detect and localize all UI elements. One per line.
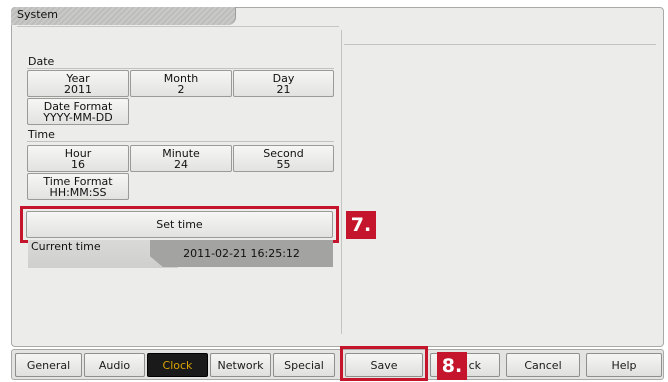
date-format-value: YYYY-MM-DD bbox=[43, 110, 113, 124]
minute-value: 24 bbox=[174, 157, 188, 171]
hour-value: 16 bbox=[71, 157, 85, 171]
step8-callout-badge: 8. bbox=[437, 352, 467, 380]
second-label: Second bbox=[263, 146, 304, 160]
step8-highlight-frame bbox=[340, 346, 428, 381]
tab-special[interactable]: Special bbox=[273, 353, 335, 377]
month-button[interactable]: Month 2 bbox=[130, 70, 232, 97]
tab-audio[interactable]: Audio bbox=[84, 353, 145, 377]
day-button[interactable]: Day 21 bbox=[233, 70, 334, 97]
day-label: Day bbox=[272, 71, 295, 85]
hour-label: Hour bbox=[64, 146, 92, 160]
hour-button[interactable]: Hour 16 bbox=[27, 145, 129, 172]
minute-button[interactable]: Minute 24 bbox=[130, 145, 232, 172]
right-pane-rule bbox=[344, 44, 656, 45]
date-section-rule bbox=[27, 68, 334, 69]
date-format-button[interactable]: Date Format YYYY-MM-DD bbox=[27, 98, 129, 125]
tab-general[interactable]: General bbox=[15, 353, 82, 377]
minute-label: Minute bbox=[162, 146, 200, 160]
cancel-button[interactable]: Cancel bbox=[506, 353, 580, 377]
current-time-label: Current time bbox=[31, 240, 101, 253]
date-section-label: Date bbox=[28, 55, 55, 68]
time-format-label: Time Format bbox=[43, 174, 113, 188]
time-format-button[interactable]: Time Format HH:MM:SS bbox=[27, 173, 129, 200]
window-title: System bbox=[17, 8, 59, 21]
help-button[interactable]: Help bbox=[586, 353, 662, 377]
pane-divider bbox=[341, 30, 342, 334]
step7-highlight-frame bbox=[20, 206, 339, 243]
current-time-value: 2011-02-21 16:25:12 bbox=[183, 247, 300, 260]
time-section-rule bbox=[27, 141, 334, 142]
time-section-label: Time bbox=[28, 128, 55, 141]
month-value: 2 bbox=[177, 82, 185, 96]
second-value: 55 bbox=[276, 157, 291, 171]
month-label: Month bbox=[163, 71, 199, 85]
date-format-label: Date Format bbox=[43, 99, 113, 113]
tab-clock[interactable]: Clock bbox=[147, 353, 208, 377]
step7-callout-badge: 7. bbox=[346, 211, 376, 239]
year-button[interactable]: Year 2011 bbox=[27, 70, 129, 97]
year-value: 2011 bbox=[64, 82, 92, 96]
second-button[interactable]: Second 55 bbox=[233, 145, 334, 172]
day-value: 21 bbox=[276, 82, 291, 96]
time-format-value: HH:MM:SS bbox=[49, 185, 107, 199]
year-label: Year bbox=[66, 71, 90, 85]
tab-network[interactable]: Network bbox=[210, 353, 271, 377]
